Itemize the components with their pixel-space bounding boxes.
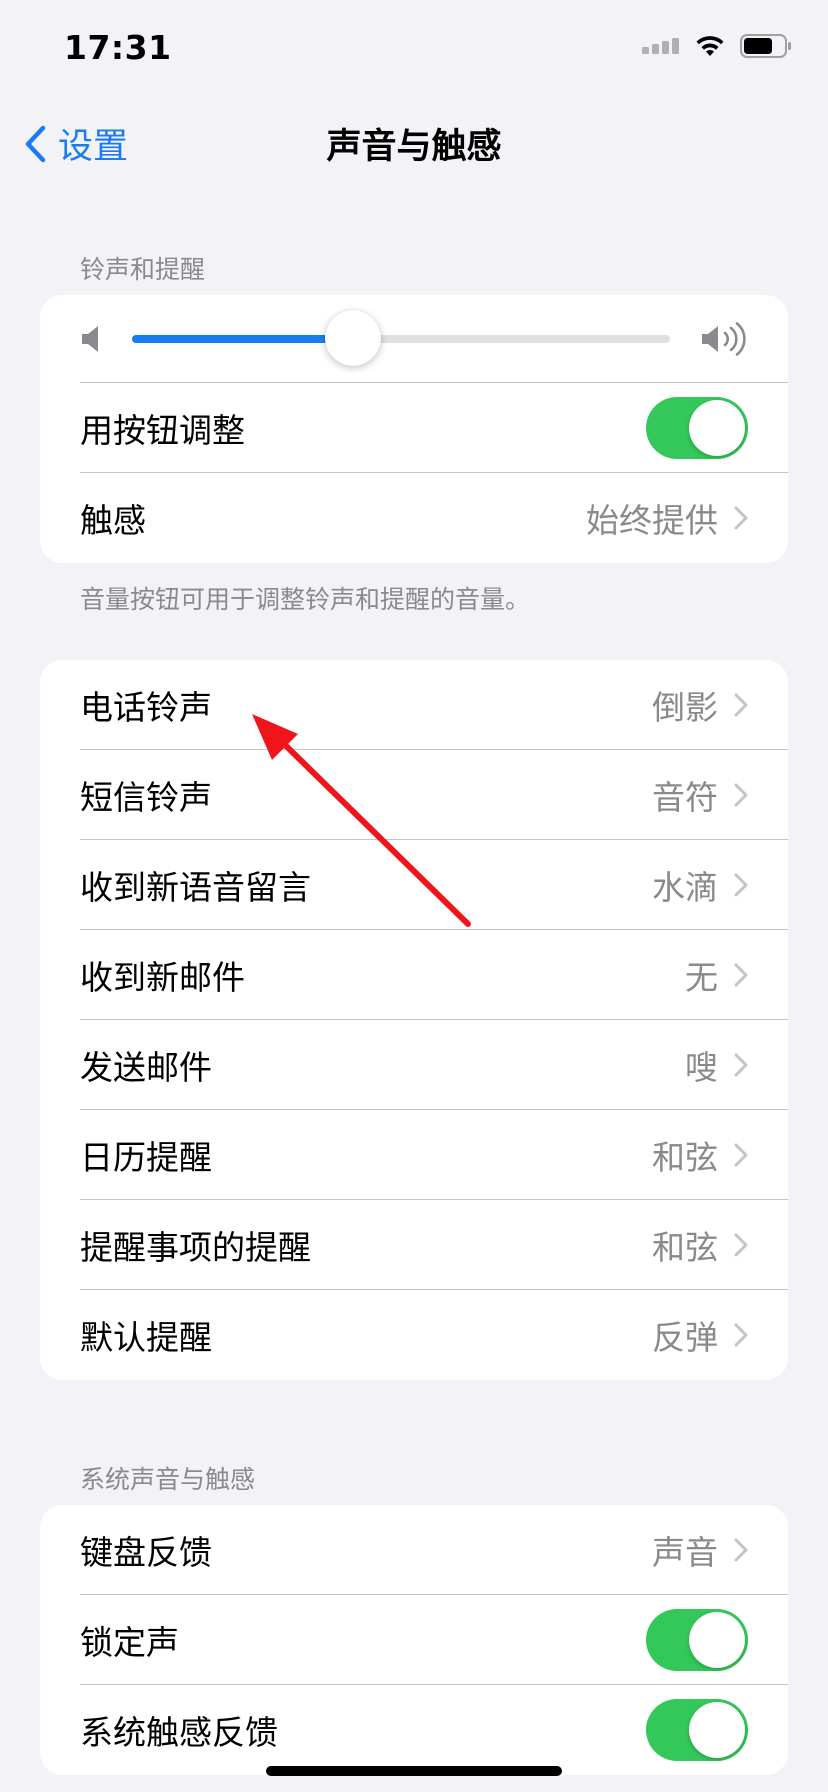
- adjust-with-buttons-toggle[interactable]: [646, 397, 748, 459]
- sound-setting-row[interactable]: 发送邮件 嗖: [40, 1020, 788, 1110]
- chevron-right-icon: [734, 1323, 748, 1347]
- keyboard-feedback-row[interactable]: 键盘反馈 声音: [40, 1505, 788, 1595]
- volume-slider-fill: [132, 335, 353, 343]
- home-indicator: [266, 1766, 562, 1776]
- sound-setting-label: 发送邮件: [80, 1048, 212, 1087]
- sound-setting-value: 和弦: [652, 1228, 718, 1267]
- sound-setting-row[interactable]: 提醒事项的提醒 和弦: [40, 1200, 788, 1290]
- lock-sound-toggle[interactable]: [646, 1609, 748, 1671]
- ringtone-group: 用按钮调整 触感 始终提供: [40, 295, 788, 563]
- sound-setting-value: 倒影: [652, 688, 718, 727]
- status-bar: 17:31: [0, 0, 828, 100]
- section-footer-ringtones: 音量按钮可用于调整铃声和提醒的音量。: [80, 585, 531, 614]
- chevron-right-icon: [734, 1233, 748, 1257]
- volume-slider-thumb[interactable]: [324, 310, 381, 366]
- sound-setting-value: 和弦: [652, 1138, 718, 1177]
- toggle-knob: [689, 1702, 745, 1758]
- chevron-right-icon: [734, 873, 748, 897]
- sounds-group: 电话铃声 倒影 短信铃声 音符 收到新语音留言 水滴 收到新邮件无发送邮件嗖日历提醒 和弦 提醒…: [40, 660, 788, 1380]
- status-icons: [642, 34, 792, 58]
- haptics-row[interactable]: 触感 始终提供: [40, 473, 788, 563]
- haptics-value: 始终提供: [586, 501, 718, 540]
- sound-setting-value: 无: [685, 958, 718, 997]
- chevron-right-icon: [734, 1538, 748, 1562]
- status-time: 17:31: [64, 28, 172, 67]
- cellular-signal-icon: [642, 38, 679, 54]
- chevron-right-icon: [734, 963, 748, 987]
- wifi-icon: [696, 36, 724, 56]
- sound-setting-row[interactable]: 日历提醒 和弦: [40, 1110, 788, 1200]
- sound-setting-row[interactable]: 收到新邮件 无: [40, 930, 788, 1020]
- keyboard-feedback-label: 键盘反馈: [80, 1533, 212, 1572]
- volume-row: [40, 295, 788, 383]
- keyboard-feedback-value: 声音: [652, 1533, 718, 1572]
- haptics-label: 触感: [80, 501, 146, 540]
- volume-slider[interactable]: [132, 310, 670, 366]
- system-group: 键盘反馈 声音 锁定声 系统触感反馈: [40, 1505, 788, 1775]
- sound-setting-row[interactable]: 默认提醒 反弹: [40, 1290, 788, 1380]
- sound-setting-value: 嗖: [685, 1048, 718, 1087]
- chevron-right-icon: [734, 1053, 748, 1077]
- speaker-loud-icon: [702, 322, 746, 356]
- navigation-bar: 设置 声音与触感: [0, 100, 828, 180]
- adjust-with-buttons-row: 用按钮调整: [40, 383, 788, 473]
- lock-sound-label: 锁定声: [80, 1623, 179, 1662]
- sound-setting-label: 提醒事项的提醒: [80, 1228, 311, 1267]
- sound-setting-value: 水滴: [652, 868, 718, 907]
- section-header-system: 系统声音与触感: [80, 1465, 256, 1494]
- chevron-right-icon: [734, 783, 748, 807]
- chevron-right-icon: [734, 693, 748, 717]
- sound-setting-label: 收到新语音留言: [80, 868, 311, 907]
- system-haptics-label: 系统触感反馈: [80, 1713, 278, 1752]
- sound-setting-label: 日历提醒: [80, 1138, 212, 1177]
- chevron-right-icon: [734, 1143, 748, 1167]
- system-haptics-toggle[interactable]: [646, 1699, 748, 1761]
- sound-setting-label: 默认提醒: [80, 1318, 212, 1357]
- battery-icon: [740, 34, 791, 58]
- sound-setting-label: 电话铃声: [80, 688, 212, 727]
- system-haptics-row: 系统触感反馈: [40, 1685, 788, 1775]
- adjust-with-buttons-label: 用按钮调整: [80, 411, 245, 450]
- toggle-knob: [689, 1612, 745, 1668]
- sound-setting-value: 反弹: [652, 1318, 718, 1357]
- sound-setting-row[interactable]: 收到新语音留言 水滴: [40, 840, 788, 930]
- sound-setting-value: 音符: [652, 778, 718, 817]
- sound-setting-row[interactable]: 短信铃声 音符: [40, 750, 788, 840]
- sound-setting-row[interactable]: 电话铃声 倒影: [40, 660, 788, 750]
- sound-setting-label: 短信铃声: [80, 778, 212, 817]
- speaker-quiet-icon: [82, 326, 98, 352]
- sound-setting-label: 收到新邮件: [80, 958, 245, 997]
- toggle-knob: [689, 400, 745, 456]
- section-header-ringtones: 铃声和提醒: [80, 255, 206, 284]
- chevron-right-icon: [734, 506, 748, 530]
- page-title: 声音与触感: [326, 127, 502, 167]
- lock-sound-row: 锁定声: [40, 1595, 788, 1685]
